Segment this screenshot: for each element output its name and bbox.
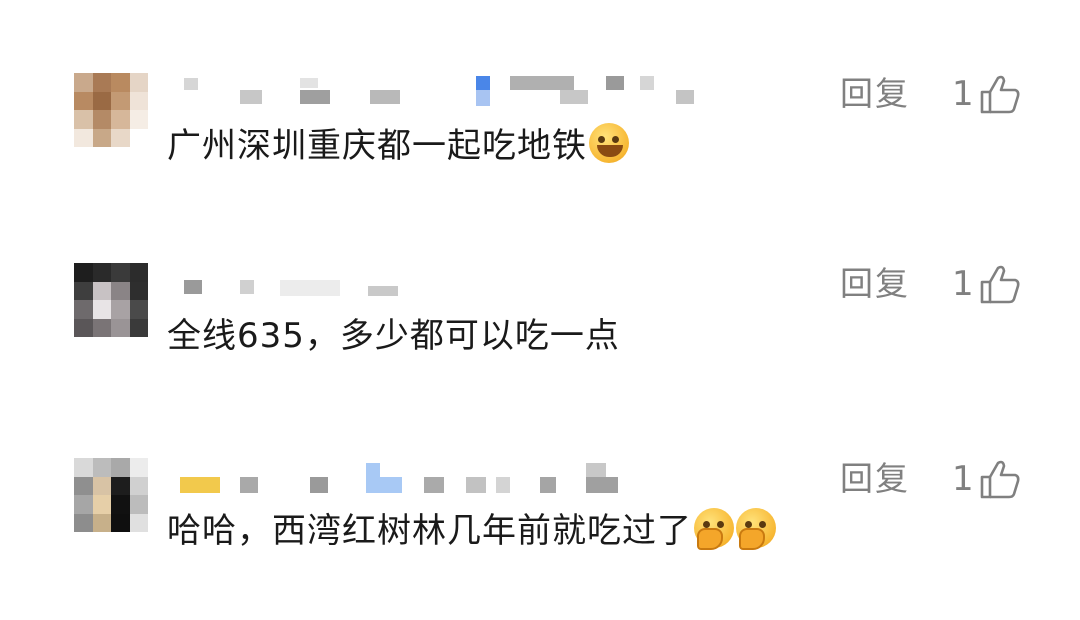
comment-text: 全线635，多少都可以吃一点	[167, 316, 620, 356]
avatar[interactable]	[74, 458, 148, 532]
avatar[interactable]	[74, 263, 148, 337]
reply-button[interactable]: 回复	[840, 455, 910, 503]
face-with-hand-over-mouth-icon	[736, 508, 776, 550]
reply-button[interactable]: 回复	[840, 70, 910, 118]
like-count: 1	[952, 459, 974, 499]
username-blurred[interactable]	[170, 72, 710, 112]
comment-text: 广州深圳重庆都一起吃地铁	[167, 122, 629, 170]
like-count: 1	[952, 264, 974, 304]
thumbs-up-icon[interactable]	[978, 72, 1022, 116]
face-with-tears-of-joy-icon	[589, 123, 629, 163]
thumbs-up-icon[interactable]	[978, 457, 1022, 501]
like-count: 1	[952, 74, 974, 114]
comment-item: 广州深圳重庆都一起吃地铁 回复 1	[0, 60, 1080, 210]
comment-item: 全线635，多少都可以吃一点 回复 1	[0, 250, 1080, 400]
comment-text: 哈哈，西湾红树林几年前就吃过了	[167, 507, 776, 555]
comment-item: 哈哈，西湾红树林几年前就吃过了 回复 1	[0, 445, 1080, 595]
thumbs-up-icon[interactable]	[978, 262, 1022, 306]
username-blurred[interactable]	[170, 262, 710, 302]
avatar[interactable]	[74, 73, 148, 147]
face-with-hand-over-mouth-icon	[694, 508, 734, 550]
username-blurred[interactable]	[170, 457, 710, 497]
reply-button[interactable]: 回复	[840, 260, 910, 308]
